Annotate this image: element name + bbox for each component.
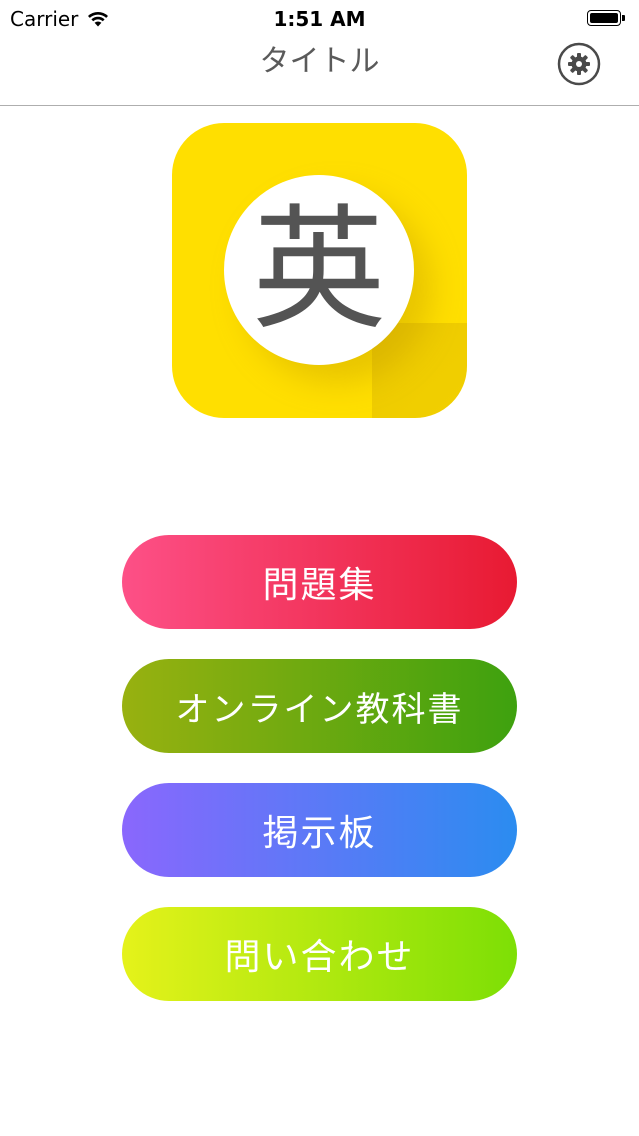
bulletin-board-button[interactable]: 掲示板	[122, 783, 517, 877]
gear-icon[interactable]	[557, 42, 601, 86]
status-time: 1:51 AM	[273, 7, 366, 31]
contact-button[interactable]: 問い合わせ	[122, 907, 517, 1001]
question-collection-button[interactable]: 問題集	[122, 535, 517, 629]
logo-glyph: 英	[251, 192, 386, 348]
battery-icon	[587, 10, 627, 28]
logo-long-shadow	[372, 323, 467, 418]
status-bar: Carrier 1:51 AM	[0, 0, 639, 40]
logo-circle: 英	[224, 175, 414, 365]
app-logo: 英	[172, 123, 467, 418]
online-textbook-button[interactable]: オンライン教科書	[122, 659, 517, 753]
page-title: タイトル	[259, 44, 380, 79]
navigation-bar: タイトル	[0, 40, 639, 106]
